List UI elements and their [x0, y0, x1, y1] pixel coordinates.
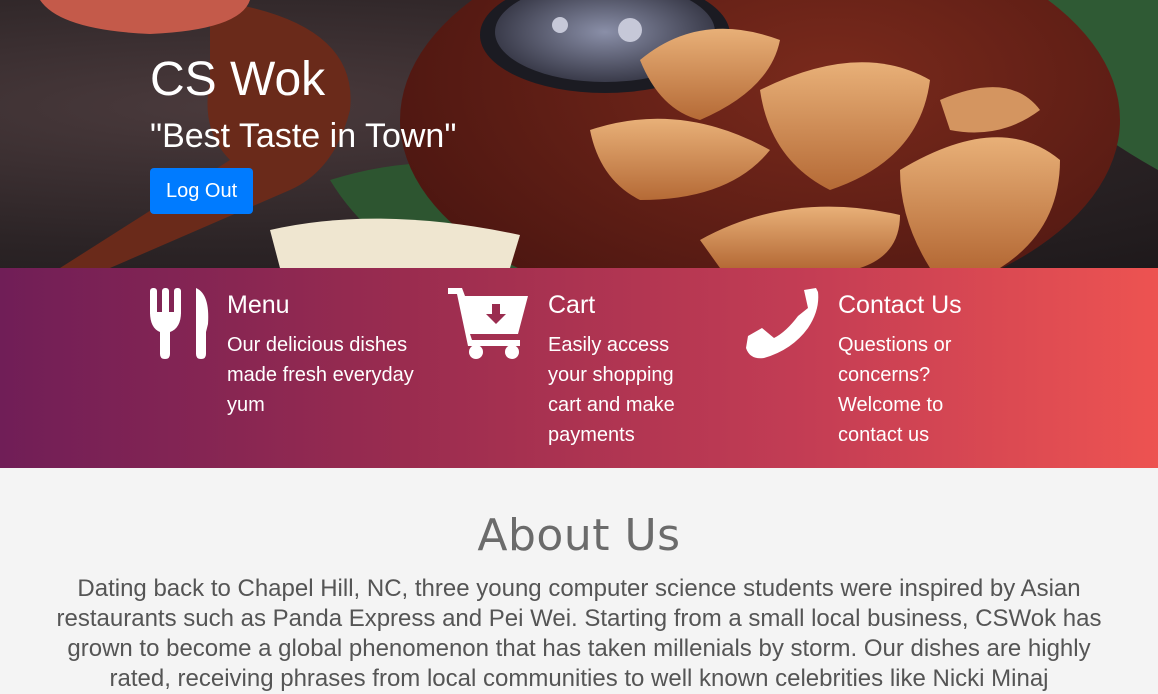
feature-text: Easily access your shopping cart and mak…: [548, 334, 675, 446]
fork-knife-icon: [150, 288, 209, 359]
feature-title: Menu: [227, 291, 290, 319]
features-band: Menu Our delicious dishes made fresh eve…: [0, 268, 1158, 468]
site-tagline: "Best Taste in Town": [150, 117, 457, 155]
about-section: About Us Dating back to Chapel Hill, NC,…: [0, 510, 1158, 694]
about-text: Dating back to Chapel Hill, NC, three yo…: [56, 575, 1102, 692]
feature-contact-body: Contact Us Questions or concerns? Welcom…: [838, 288, 988, 450]
feature-title: Cart: [548, 291, 596, 319]
site-title: CS Wok: [150, 53, 326, 106]
feature-menu-body: Menu Our delicious dishes made fresh eve…: [227, 288, 427, 420]
log-out-button[interactable]: Log Out: [150, 168, 254, 214]
about-heading: About Us: [477, 510, 681, 561]
feature-contact[interactable]: Contact Us Questions or concerns? Welcom…: [746, 288, 962, 446]
hero-text: CS Wok "Best Taste in Town" Log Out: [150, 52, 456, 214]
hero-banner: CS Wok "Best Taste in Town" Log Out: [0, 0, 1158, 268]
feature-title: Contact Us: [838, 291, 962, 319]
feature-text: Questions or concerns? Welcome to contac…: [838, 334, 952, 446]
feature-cart-body: Cart Easily access your shopping cart an…: [548, 288, 698, 450]
cart-icon: [448, 288, 528, 359]
feature-cart[interactable]: Cart Easily access your shopping cart an…: [448, 288, 675, 446]
feature-menu[interactable]: Menu Our delicious dishes made fresh eve…: [148, 288, 414, 416]
feature-text: Our delicious dishes made fresh everyday…: [227, 334, 414, 416]
phone-icon: [746, 288, 819, 359]
